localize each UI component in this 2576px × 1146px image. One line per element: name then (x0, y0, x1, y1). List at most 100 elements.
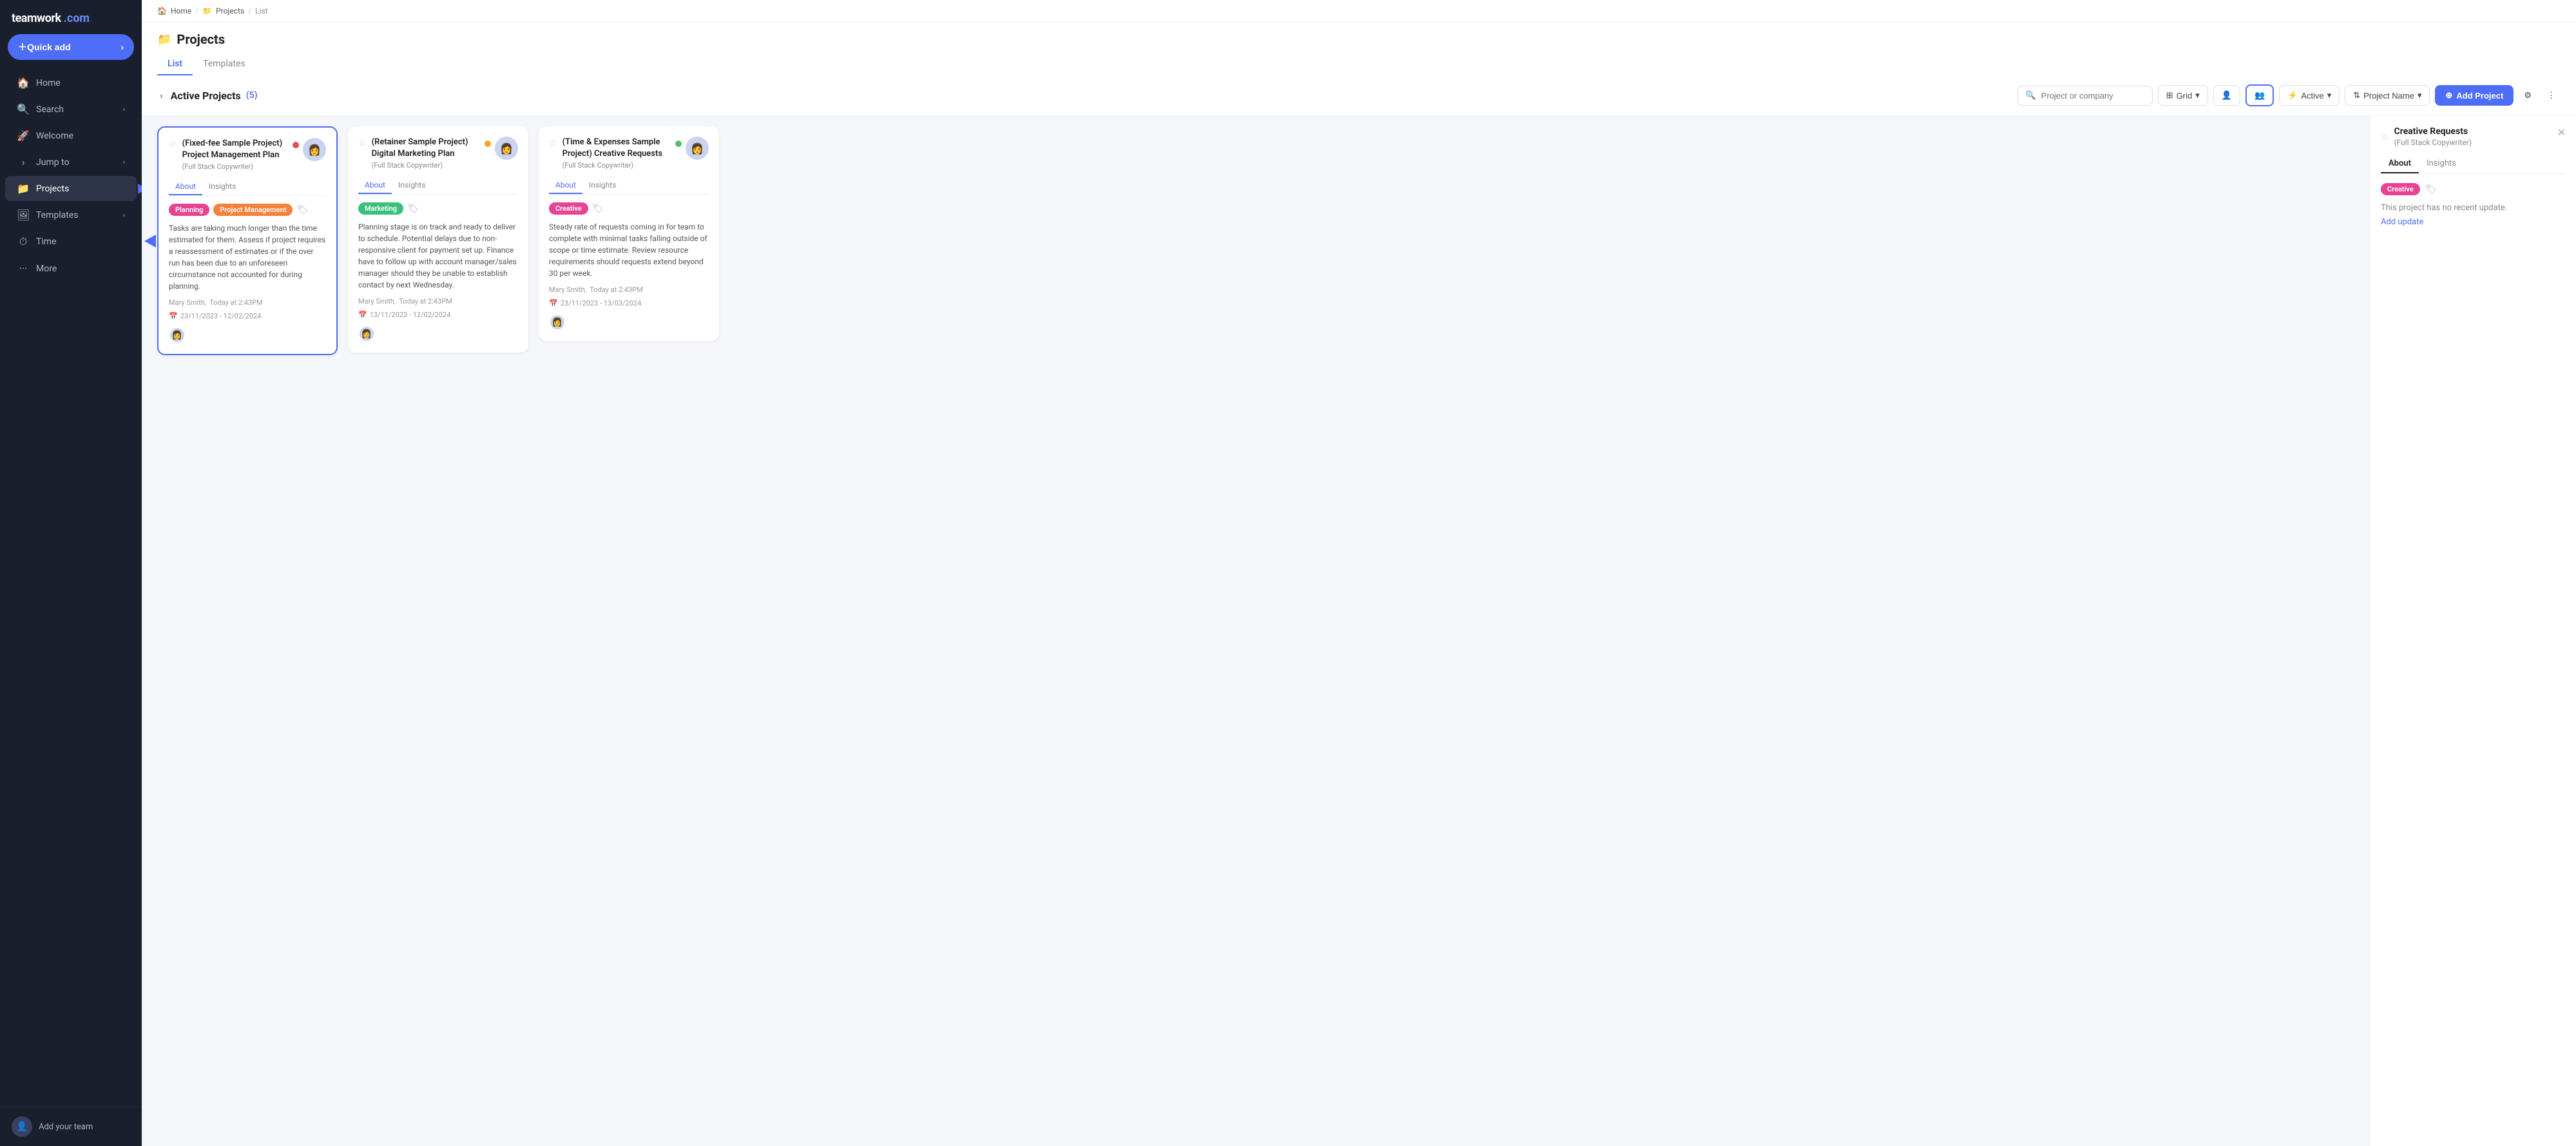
people-filter-button[interactable]: 👤 (2213, 85, 2240, 106)
breadcrumb-sep-2: / (248, 6, 251, 15)
team-view-button[interactable]: 👥 (2245, 84, 2274, 106)
add-project-label: Add Project (2456, 91, 2503, 101)
plus-icon: ＋ (18, 41, 27, 53)
page-tabs: List Templates (157, 53, 2561, 75)
card-meta: Mary Smith, Today at 2:43PM (549, 286, 709, 294)
grid-view-button[interactable]: ⊞ Grid ▾ (2158, 85, 2208, 106)
panel-tag-creative[interactable]: Creative (2381, 183, 2420, 195)
projects-folder-icon: 📁 (157, 33, 171, 46)
card-tab-about[interactable]: About (549, 177, 582, 194)
filter-button[interactable]: ⚙ (2519, 86, 2537, 104)
card-date: 📅 23/11/2023 - 13/03/2024 (549, 299, 709, 307)
search-box[interactable]: 🔍 (2017, 86, 2153, 106)
search-input[interactable] (2041, 91, 2144, 101)
sidebar-item-search[interactable]: 🔍 Search › (5, 97, 137, 122)
panel-no-update: This project has no recent update. (2381, 203, 2566, 213)
card-footer: 👩 (169, 327, 326, 344)
collapse-button[interactable]: › (157, 88, 166, 103)
rocket-icon: 🚀 (17, 130, 30, 142)
chevron-down-icon: ▾ (2327, 90, 2332, 101)
tag-marketing[interactable]: Marketing (358, 202, 403, 215)
tab-list[interactable]: List (157, 53, 193, 75)
card-title-section: ☆ (Retainer Sample Project) Digital Mark… (358, 137, 485, 170)
panel-tag-add-icon[interactable]: 🏷 (2425, 184, 2437, 195)
card-tab-insights[interactable]: Insights (202, 179, 242, 195)
sidebar-item-templates[interactable]: 🖼 Templates › (5, 202, 137, 228)
person-icon: 👤 (2222, 90, 2232, 101)
card-tab-about[interactable]: About (358, 177, 392, 194)
plus-circle-icon: ⊕ (2445, 90, 2452, 101)
card-header: ☆ (Retainer Sample Project) Digital Mark… (358, 137, 518, 170)
person-plus-icon: 👤 (16, 1122, 27, 1132)
sidebar-item-label: Jump to (36, 157, 69, 168)
people-icon: 👥 (2254, 90, 2265, 101)
panel-header: ☆ Creative Requests (Full Stack Copywrit… (2381, 126, 2566, 147)
card-description: Tasks are taking much longer than the ti… (169, 222, 326, 292)
calendar-icon: 📅 (549, 299, 558, 307)
panel-add-update-link[interactable]: Add update (2381, 217, 2423, 227)
sidebar-nav: 🏠 Home 🔍 Search › 🚀 Welcome › Jump to › … (0, 66, 142, 1107)
card-tab-insights[interactable]: Insights (582, 177, 622, 194)
card-title-section: ☆ (Fixed-fee Sample Project) Project Man… (169, 138, 293, 171)
page-header: 📁 Projects List Templates (142, 23, 2576, 75)
panel-title-section: ☆ Creative Requests (Full Stack Copywrit… (2381, 126, 2472, 147)
star-icon[interactable]: ☆ (358, 138, 367, 170)
star-icon[interactable]: ☆ (549, 138, 557, 170)
tag-add-icon[interactable]: 🏷 (407, 204, 419, 214)
add-project-button[interactable]: ⊕ Add Project (2435, 85, 2514, 106)
tag-planning[interactable]: Planning (169, 204, 209, 216)
add-team-avatar: 👤 (12, 1116, 32, 1137)
sidebar-item-more[interactable]: ··· More (5, 256, 137, 281)
card-title: (Fixed-fee Sample Project) Project Manag… (182, 138, 293, 161)
card-date: 📅 13/11/2023 - 12/02/2024 (358, 311, 518, 319)
card-tabs: About Insights (549, 177, 709, 195)
card-description: Steady rate of requests coming in for te… (549, 221, 709, 279)
card-avatar: 👩 (686, 137, 709, 160)
toolbar: › Active Projects (5) 🔍 ⊞ Grid ▾ 👤 👥 (142, 75, 2576, 116)
sidebar-item-welcome[interactable]: 🚀 Welcome (5, 123, 137, 148)
star-icon[interactable]: ☆ (169, 139, 177, 171)
tag-project-management[interactable]: Project Management (213, 204, 293, 216)
card-subtitle: (Full Stack Copywriter) (182, 162, 293, 171)
breadcrumb-projects[interactable]: Projects (216, 6, 244, 15)
sidebar-item-home[interactable]: 🏠 Home (5, 70, 137, 95)
chevron-right-icon: › (123, 158, 125, 166)
breadcrumb-home[interactable]: Home (171, 6, 191, 15)
sidebar-item-time[interactable]: ⏱ Time (5, 229, 137, 255)
sidebar-item-jump-to[interactable]: › Jump to › (5, 150, 137, 175)
templates-icon: 🖼 (17, 209, 30, 221)
calendar-icon: 📅 (358, 311, 367, 319)
card-title-section: ☆ (Time & Expenses Sample Project) Creat… (549, 137, 675, 170)
card-description: Planning stage is on track and ready to … (358, 221, 518, 291)
logo-text: teamwork (12, 12, 61, 25)
member-avatar: 👩 (549, 314, 566, 331)
quick-add-button[interactable]: ＋ Quick add › (8, 34, 134, 60)
sidebar: teamwork.com ＋ Quick add › 🏠 Home 🔍 Sear… (0, 0, 142, 1146)
tag-creative[interactable]: Creative (549, 202, 588, 215)
panel-tab-insights[interactable]: Insights (2419, 155, 2464, 173)
panel-title-row: ☆ Creative Requests (Full Stack Copywrit… (2381, 126, 2472, 147)
panel-tab-about[interactable]: About (2381, 155, 2419, 173)
more-icon: ··· (17, 262, 30, 275)
active-filter-button[interactable]: ⚡ Active ▾ (2279, 85, 2340, 106)
card-tab-insights[interactable]: Insights (392, 177, 432, 194)
search-icon: 🔍 (17, 103, 30, 115)
add-team-button[interactable]: 👤 Add your team (12, 1116, 130, 1137)
card-tab-about[interactable]: About (169, 179, 202, 195)
add-team-label: Add your team (39, 1122, 93, 1132)
more-options-button[interactable]: ⋮ (2542, 86, 2561, 104)
tag-add-icon[interactable]: 🏷 (592, 204, 604, 214)
tab-templates[interactable]: Templates (193, 53, 256, 75)
projects-grid: ☆ (Fixed-fee Sample Project) Project Man… (157, 126, 2354, 1136)
folder-icon: 📁 (17, 182, 30, 195)
sort-button[interactable]: ⇅ Project Name ▾ (2345, 85, 2430, 106)
projects-grid-area: ☆ (Fixed-fee Sample Project) Project Man… (142, 116, 2370, 1146)
sort-icon: ⇅ (2353, 90, 2360, 101)
star-icon[interactable]: ☆ (2381, 132, 2389, 142)
chevron-right-icon: › (120, 42, 124, 52)
close-panel-button[interactable]: ✕ (2557, 126, 2566, 139)
sidebar-item-projects[interactable]: 📁 Projects (5, 176, 137, 201)
card-tabs: About Insights (358, 177, 518, 195)
card-title: (Time & Expenses Sample Project) Creativ… (562, 137, 675, 160)
tag-add-icon[interactable]: 🏷 (296, 205, 308, 215)
